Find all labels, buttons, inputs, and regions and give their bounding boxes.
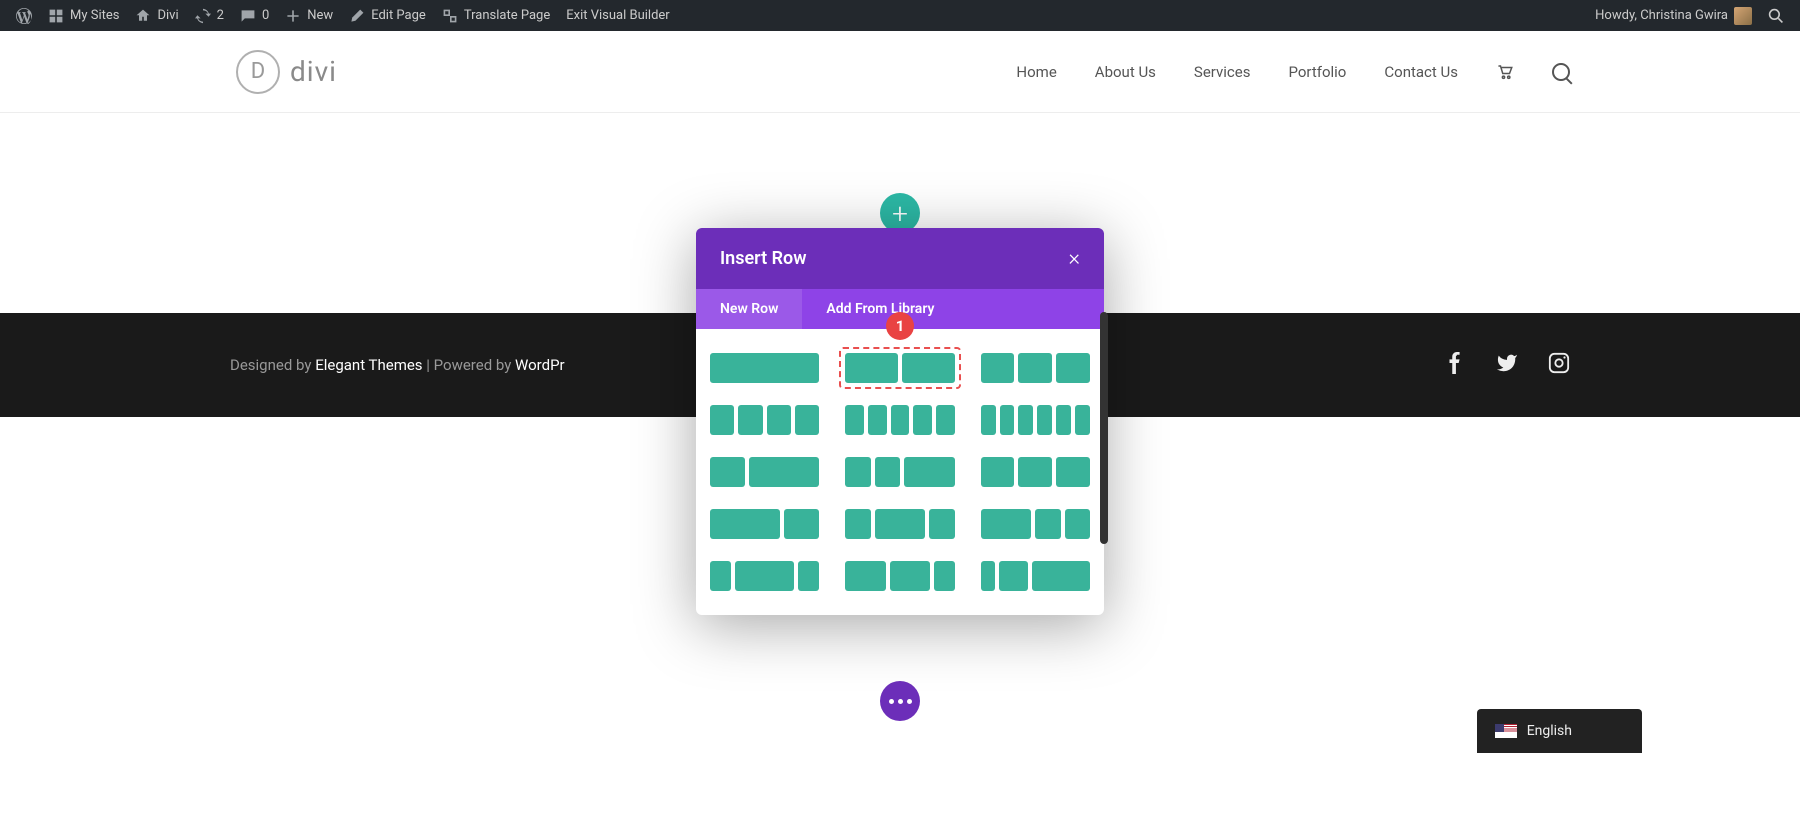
column-layout-option[interactable] (845, 457, 954, 487)
language-switcher[interactable]: English (1477, 709, 1642, 753)
main-nav: Home About Us Services Portfolio Contact… (1016, 63, 1570, 81)
site-logo[interactable]: D divi (236, 50, 337, 94)
column-layout-option[interactable] (710, 509, 819, 539)
logo-text: divi (290, 55, 337, 88)
wordpress-icon (16, 8, 32, 24)
column-layout-option[interactable] (981, 457, 1090, 487)
footer-social (1444, 352, 1570, 378)
insert-row-modal: Insert Row × New Row Add From Library (696, 228, 1104, 615)
footer-credits: Designed by Elegant Themes | Powered by … (230, 356, 565, 374)
avatar (1734, 7, 1752, 25)
new-link[interactable]: New (277, 0, 341, 31)
updates-link[interactable]: 2 (187, 0, 232, 31)
my-sites-link[interactable]: My Sites (40, 0, 127, 31)
nav-home[interactable]: Home (1016, 63, 1056, 81)
language-label: English (1527, 723, 1572, 739)
edit-page-label: Edit Page (371, 8, 426, 23)
modal-header: Insert Row × (696, 228, 1104, 289)
comments-count: 0 (262, 8, 269, 23)
column-layout-option[interactable] (981, 509, 1090, 539)
modal-body (696, 329, 1104, 615)
nav-about[interactable]: About Us (1095, 63, 1156, 81)
site-name-link[interactable]: Divi (127, 0, 186, 31)
exit-vb-label: Exit Visual Builder (566, 8, 669, 23)
modal-title: Insert Row (720, 248, 807, 269)
update-icon (195, 8, 211, 24)
exit-vb-link[interactable]: Exit Visual Builder (558, 0, 677, 31)
cart-icon[interactable] (1496, 63, 1514, 81)
search-icon (1768, 8, 1784, 24)
facebook-icon[interactable] (1444, 352, 1466, 378)
nav-portfolio[interactable]: Portfolio (1288, 63, 1346, 81)
column-layout-grid (710, 353, 1090, 591)
column-layout-option[interactable] (981, 353, 1090, 383)
add-section-button[interactable]: + (880, 193, 920, 233)
tab-new-row[interactable]: New Row (696, 289, 802, 329)
column-layout-option[interactable] (845, 405, 954, 435)
wp-admin-bar: My Sites Divi 2 0 New Edit Page Translat… (0, 0, 1800, 31)
howdy-link[interactable]: Howdy, Christina Gwira (1587, 0, 1760, 31)
translate-page-link[interactable]: Translate Page (434, 0, 558, 31)
wp-logo[interactable] (8, 0, 40, 31)
site-name-label: Divi (157, 8, 178, 23)
column-layout-option[interactable] (710, 457, 819, 487)
my-sites-label: My Sites (70, 8, 119, 23)
builder-settings-button[interactable] (880, 681, 920, 721)
nav-contact[interactable]: Contact Us (1384, 63, 1458, 81)
column-layout-option[interactable] (845, 561, 954, 591)
search-icon[interactable] (1552, 63, 1570, 81)
site-header: D divi Home About Us Services Portfolio … (0, 31, 1800, 113)
column-layout-option[interactable] (981, 405, 1090, 435)
instagram-icon[interactable] (1548, 352, 1570, 378)
comments-link[interactable]: 0 (232, 0, 277, 31)
plus-icon (285, 8, 301, 24)
column-layout-option[interactable] (710, 561, 819, 591)
translate-icon (442, 8, 458, 24)
home-icon (135, 8, 151, 24)
sites-icon (48, 8, 64, 24)
annotation-badge: 1 (886, 312, 914, 340)
footer-theme-link[interactable]: Elegant Themes (315, 356, 422, 374)
logo-icon: D (236, 50, 280, 94)
new-label: New (307, 8, 333, 23)
howdy-label: Howdy, Christina Gwira (1595, 8, 1728, 23)
footer-platform-link[interactable]: WordPr (515, 356, 565, 374)
column-layout-option[interactable] (845, 509, 954, 539)
adminbar-search[interactable] (1760, 0, 1792, 31)
updates-count: 2 (217, 8, 224, 23)
translate-page-label: Translate Page (464, 8, 550, 23)
modal-scrollbar[interactable] (1100, 312, 1108, 544)
tab-add-from-library[interactable]: Add From Library (802, 289, 958, 329)
column-layout-option[interactable] (981, 561, 1090, 591)
edit-page-link[interactable]: Edit Page (341, 0, 434, 31)
nav-services[interactable]: Services (1194, 63, 1251, 81)
column-layout-option[interactable] (710, 405, 819, 435)
us-flag-icon (1495, 724, 1517, 738)
column-layout-option[interactable] (839, 347, 960, 389)
pencil-icon (349, 8, 365, 24)
close-icon[interactable]: × (1068, 246, 1080, 271)
twitter-icon[interactable] (1496, 352, 1518, 378)
comment-icon (240, 8, 256, 24)
column-layout-option[interactable] (710, 353, 819, 383)
